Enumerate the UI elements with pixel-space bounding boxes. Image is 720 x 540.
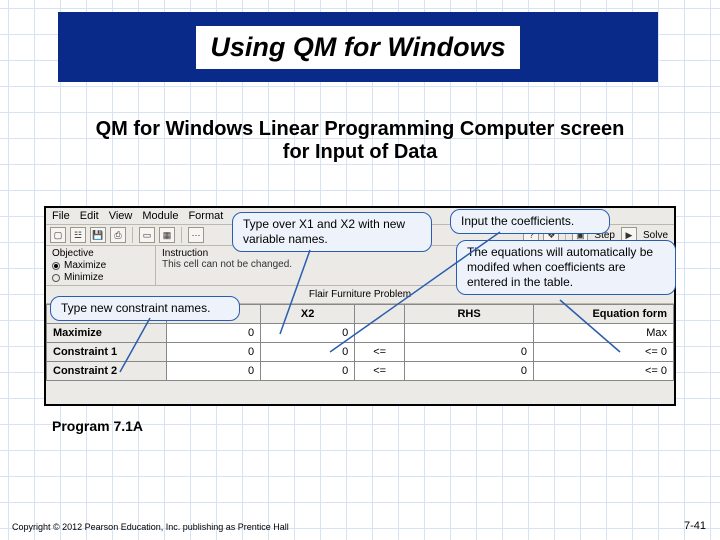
new-icon[interactable]: ▢: [50, 227, 66, 243]
row-label[interactable]: Constraint 2: [47, 362, 167, 381]
callout-coefficients: Input the coefficients.: [450, 209, 610, 234]
save-icon[interactable]: 💾: [90, 227, 106, 243]
toggle-a-icon[interactable]: ▭: [139, 227, 155, 243]
callout-variable-names: Type over X1 and X2 with new variable na…: [232, 212, 432, 252]
cell-sign: [355, 324, 405, 343]
open-icon[interactable]: ☳: [70, 227, 86, 243]
col-x2[interactable]: X2: [261, 305, 355, 324]
menu-file[interactable]: File: [52, 210, 70, 222]
radio-minimize-label: Minimize: [64, 272, 103, 283]
toolbar-separator: [132, 227, 133, 243]
col-rhs: RHS: [405, 305, 534, 324]
objective-header: Objective: [52, 248, 149, 259]
cell-rhs[interactable]: [405, 324, 534, 343]
cell-x1[interactable]: 0: [167, 343, 261, 362]
slide-title: Using QM for Windows: [210, 32, 505, 62]
col-eq: Equation form: [534, 305, 674, 324]
print-icon[interactable]: ⎙: [110, 227, 126, 243]
menu-module[interactable]: Module: [142, 210, 178, 222]
slide-subtitle: QM for Windows Linear Programming Comput…: [80, 118, 640, 164]
table-row: Constraint 2 0 0 <= 0 <= 0: [47, 362, 674, 381]
cell-x1[interactable]: 0: [167, 362, 261, 381]
cell-x2[interactable]: 0: [261, 324, 355, 343]
menu-view[interactable]: View: [109, 210, 133, 222]
row-label: Maximize: [47, 324, 167, 343]
cell-x2[interactable]: 0: [261, 362, 355, 381]
callout-constraint-names: Type new constraint names.: [50, 296, 240, 321]
cell-eq: Max: [534, 324, 674, 343]
title-strip: Using QM for Windows: [196, 26, 519, 69]
row-label[interactable]: Constraint 1: [47, 343, 167, 362]
toolbar-separator: [181, 227, 182, 243]
solve-label[interactable]: Solve: [641, 230, 670, 241]
cell-eq: <= 0: [534, 343, 674, 362]
cell-eq: <= 0: [534, 362, 674, 381]
cell-sign[interactable]: <=: [355, 362, 405, 381]
menu-format[interactable]: Format: [188, 210, 223, 222]
misc-icon[interactable]: ⋯: [188, 227, 204, 243]
copyright: Copyright © 2012 Pearson Education, Inc.…: [12, 522, 289, 532]
table-row: Maximize 0 0 Max: [47, 324, 674, 343]
radio-dot-icon: [52, 262, 60, 270]
col-sign: [355, 305, 405, 324]
page-number: 7-41: [684, 520, 706, 532]
title-box: Using QM for Windows: [58, 12, 658, 82]
cell-rhs[interactable]: 0: [405, 343, 534, 362]
cell-rhs[interactable]: 0: [405, 362, 534, 381]
cell-sign[interactable]: <=: [355, 343, 405, 362]
objective-panel: Objective Maximize Minimize: [46, 246, 156, 285]
menu-edit[interactable]: Edit: [80, 210, 99, 222]
program-label: Program 7.1A: [52, 418, 143, 434]
table-row: Constraint 1 0 0 <= 0 <= 0: [47, 343, 674, 362]
radio-maximize[interactable]: Maximize: [52, 260, 149, 271]
cell-x1[interactable]: 0: [167, 324, 261, 343]
radio-dot-icon: [52, 274, 60, 282]
callout-equations: The equations will automatically be modi…: [456, 240, 676, 295]
radio-minimize[interactable]: Minimize: [52, 272, 149, 283]
cell-x2[interactable]: 0: [261, 343, 355, 362]
toggle-b-icon[interactable]: ▦: [159, 227, 175, 243]
radio-maximize-label: Maximize: [64, 260, 106, 271]
